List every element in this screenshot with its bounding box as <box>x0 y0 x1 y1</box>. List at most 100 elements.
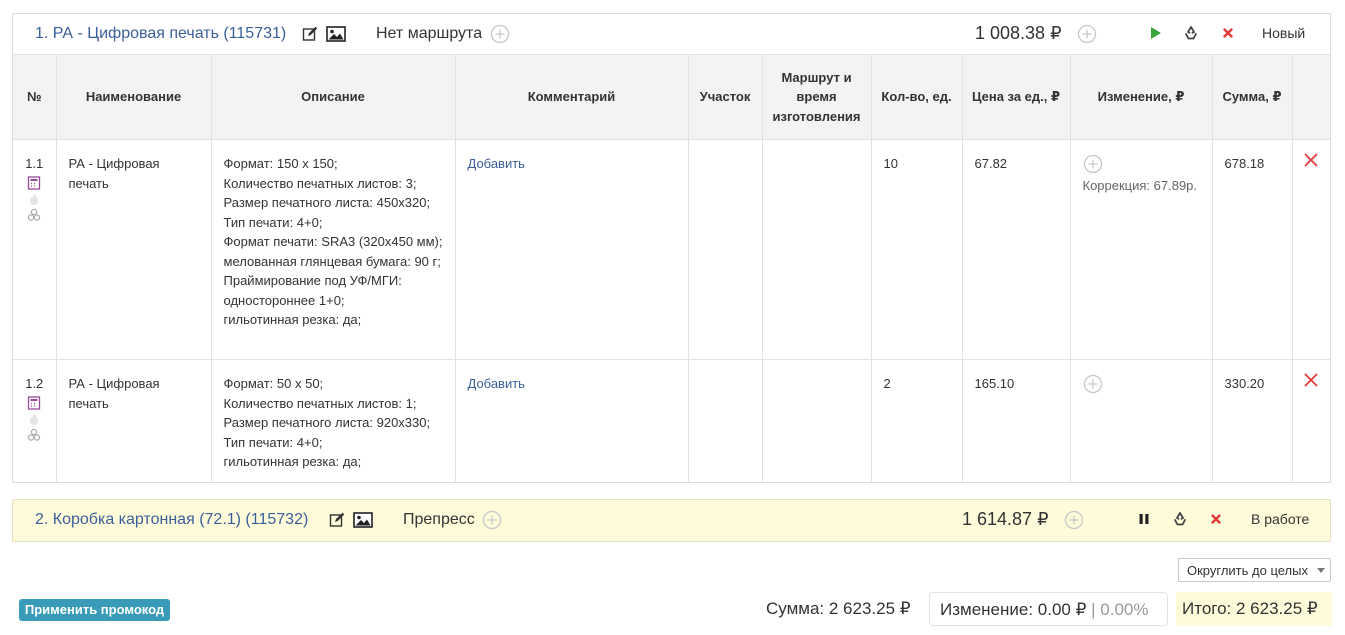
chevron-down-icon <box>1317 568 1325 573</box>
add-correction-icon[interactable] <box>1083 374 1103 394</box>
order-status-2[interactable]: В работе <box>1251 511 1309 527</box>
col-header-actions <box>1291 54 1330 140</box>
edit-icon[interactable] <box>329 512 345 528</box>
item-description: Формат: 150 x 150; Количество печатных л… <box>210 139 456 360</box>
grand-total: Итого: 2 623.25 ₽ <box>1176 592 1332 626</box>
change-separator: | <box>1086 600 1101 619</box>
row-number: 1.1 <box>25 156 44 171</box>
calculator-icon[interactable] <box>27 175 41 190</box>
add-correction-icon[interactable] <box>1083 154 1103 174</box>
add-route-icon[interactable] <box>490 24 510 44</box>
col-header-num: № <box>13 54 57 140</box>
coins-icon[interactable] <box>27 208 41 222</box>
correction-note: Коррекция: 67.89р. <box>1082 178 1198 193</box>
coins-icon[interactable] <box>27 428 41 442</box>
order-total-2: 1 614.87 ₽ <box>962 509 1049 529</box>
description-line: Размер печатного листа: 920x330; <box>223 415 431 430</box>
col-header-name: Наименование <box>55 54 212 140</box>
col-header-price: Цена за ед., ₽ <box>961 54 1071 140</box>
route-label-1: Нет маршрута <box>376 25 483 42</box>
add-comment-link[interactable]: Добавить <box>468 156 525 171</box>
col-header-route-time: Маршрут и время изготовления <box>761 54 872 140</box>
item-section <box>687 139 763 360</box>
description-line: Формат: 150 x 150; <box>223 156 338 171</box>
add-change-icon[interactable] <box>1077 24 1097 44</box>
item-comment: Добавить <box>454 139 689 360</box>
rounding-select[interactable]: Округлить до целых <box>1178 558 1331 582</box>
item-route <box>761 139 872 360</box>
apply-promo-button[interactable]: Применить промокод <box>19 599 170 621</box>
change-text-wrap: Изменение: 0.00 ₽ | 0.00% <box>940 600 1149 620</box>
table-header-row: № Наименование Описание Комментарий Учас… <box>13 54 1330 140</box>
delete-icon[interactable] <box>1303 372 1319 388</box>
item-change: Коррекция: 67.89р. <box>1069 139 1213 360</box>
image-icon[interactable] <box>353 512 373 528</box>
row-num-cell: 1.1 <box>13 139 57 360</box>
col-header-section: Участок <box>687 54 763 140</box>
col-header-sum: Сумма, ₽ <box>1211 54 1293 140</box>
description-line: гильотинная резка: да; <box>223 454 362 469</box>
recycle-icon[interactable] <box>1172 511 1188 527</box>
item-route <box>761 359 872 483</box>
table-row: 1.2 РА - Цифровая печать Формат: 50 x 50… <box>13 359 1330 483</box>
route-label-2: Препресс <box>403 511 475 528</box>
item-qty[interactable]: 2 <box>870 359 963 483</box>
item-qty[interactable]: 10 <box>870 139 963 360</box>
add-change-icon[interactable] <box>1064 510 1084 530</box>
image-icon[interactable] <box>326 26 346 42</box>
item-name: РА - Цифровая печать <box>55 139 212 360</box>
order-header-1: 1. РА - Цифровая печать (115731) Нет мар… <box>13 14 1330 54</box>
grand-sum: Сумма: 2 623.25 ₽ <box>766 599 911 618</box>
item-name: РА - Цифровая печать <box>55 359 212 483</box>
item-price: 165.10 <box>961 359 1071 483</box>
play-icon[interactable] <box>1147 25 1163 41</box>
change-amount: Изменение: 0.00 ₽ <box>940 600 1087 619</box>
cancel-icon[interactable] <box>1220 25 1236 41</box>
order-block-1: 1. РА - Цифровая печать (115731) Нет мар… <box>12 13 1331 483</box>
rounding-select-value: Округлить до целых <box>1187 563 1308 578</box>
table-row: 1.1 РА - Цифровая печать Формат: 150 x 1… <box>13 139 1330 360</box>
col-header-change: Изменение, ₽ <box>1069 54 1213 140</box>
description-line: Количество печатных листов: 3; <box>223 175 417 191</box>
calculator-icon[interactable] <box>27 395 41 410</box>
item-comment: Добавить <box>454 359 689 483</box>
cancel-icon[interactable] <box>1208 511 1224 527</box>
order-total-1: 1 008.38 ₽ <box>975 23 1062 43</box>
flame-icon[interactable] <box>27 412 41 426</box>
flame-icon[interactable] <box>27 192 41 206</box>
order-status-1[interactable]: Новый <box>1262 25 1305 41</box>
description-line: Размер печатного листа: 450x320; <box>223 195 431 210</box>
items-table: № Наименование Описание Комментарий Учас… <box>13 54 1330 483</box>
description-line: мелованная глянцевая бумага: 90 г; <box>223 253 441 269</box>
row-number: 1.2 <box>25 376 44 391</box>
description-line: Тип печати: 4+0; <box>223 214 323 230</box>
description-line: Формат печати: SRA3 (320x450 мм); <box>223 234 443 249</box>
order-title-1[interactable]: 1. РА - Цифровая печать (115731) <box>35 25 286 43</box>
add-comment-link[interactable]: Добавить <box>468 376 525 391</box>
item-change <box>1069 359 1213 483</box>
item-sum: 678.18 <box>1211 139 1293 360</box>
delete-icon[interactable] <box>1303 152 1319 168</box>
item-price: 67.82 <box>961 139 1071 360</box>
col-header-qty: Кол-во, ед. <box>870 54 963 140</box>
pause-icon[interactable] <box>1136 511 1152 527</box>
col-header-comment: Комментарий <box>454 54 689 140</box>
order-header-2: 2. Коробка картонная (72.1) (115732) Пре… <box>13 500 1330 540</box>
order-block-2: 2. Коробка картонная (72.1) (115732) Пре… <box>12 499 1331 542</box>
add-route-icon[interactable] <box>482 510 502 530</box>
description-line: Праймирование под УФ/МГИ: одностороннее … <box>223 273 402 308</box>
row-num-cell: 1.2 <box>13 359 57 483</box>
description-line: Тип печати: 4+0; <box>223 434 323 450</box>
recycle-icon[interactable] <box>1183 25 1199 41</box>
item-description: Формат: 50 x 50; Количество печатных лис… <box>210 359 456 483</box>
col-header-description: Описание <box>210 54 456 140</box>
edit-icon[interactable] <box>302 26 318 42</box>
item-sum: 330.20 <box>1211 359 1293 483</box>
delete-cell <box>1291 139 1330 360</box>
item-section <box>687 359 763 483</box>
delete-cell <box>1291 359 1330 483</box>
description-line: Количество печатных листов: 1; <box>223 395 417 411</box>
order-title-2[interactable]: 2. Коробка картонная (72.1) (115732) <box>35 511 308 529</box>
change-percent: 0.00% <box>1100 600 1149 619</box>
description-line: Формат: 50 x 50; <box>223 376 324 391</box>
